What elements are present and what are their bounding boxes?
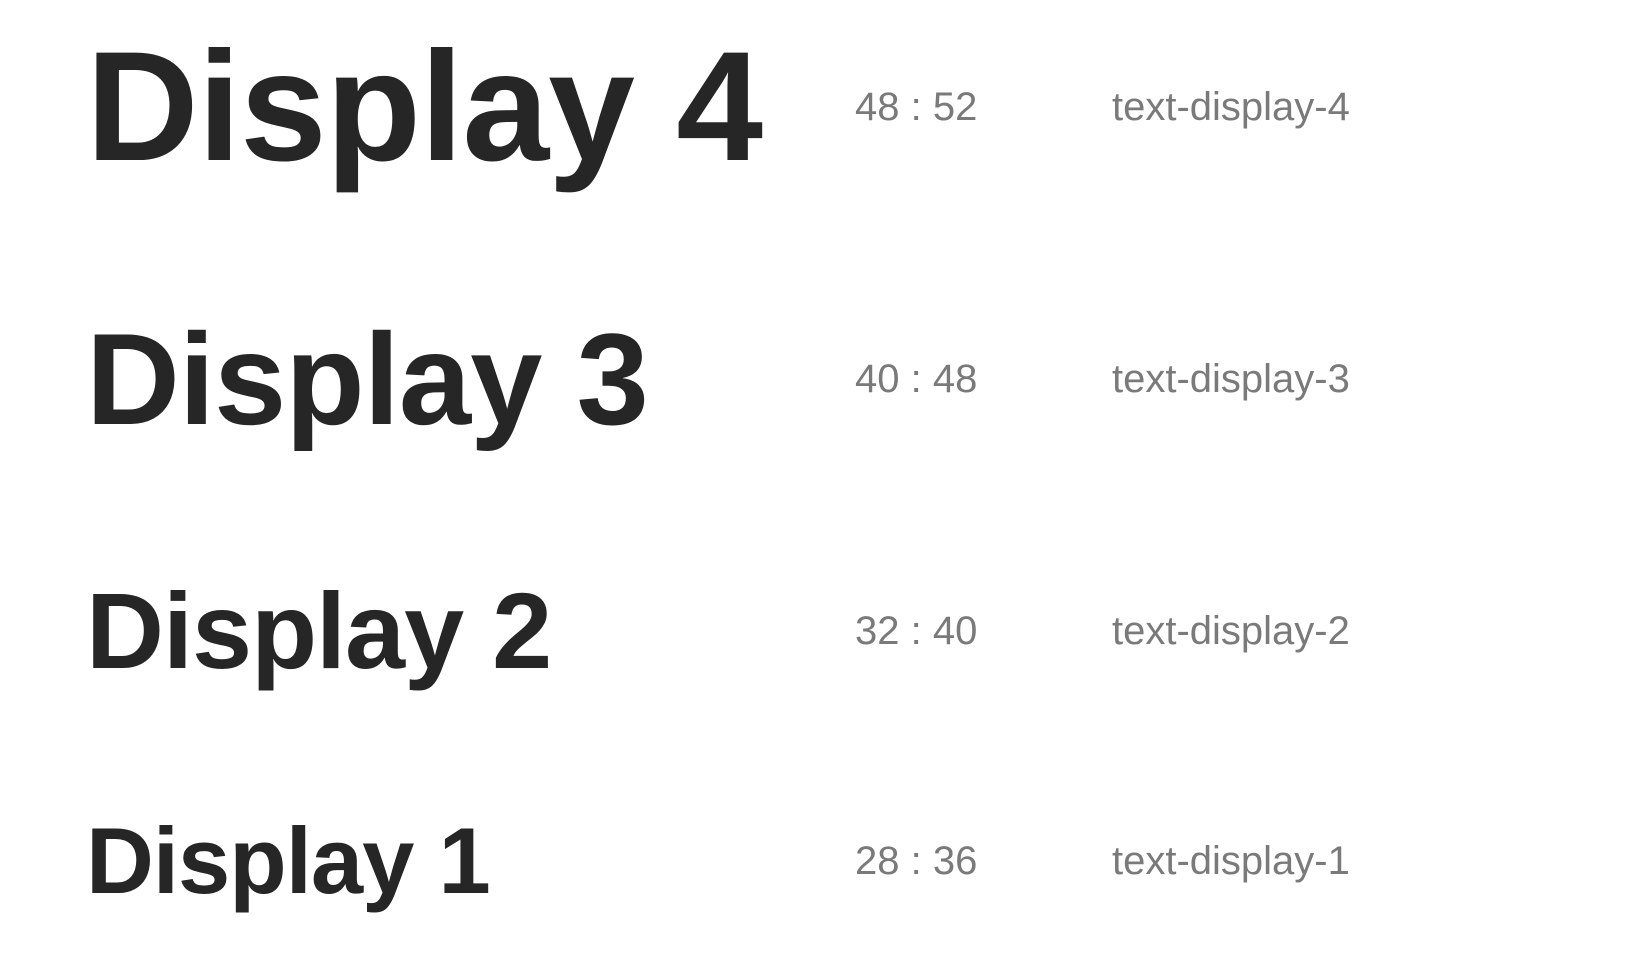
type-sample-display-3: Display 3 bbox=[86, 306, 649, 452]
type-sample-display-2: Display 2 bbox=[86, 570, 552, 691]
type-scale-row-display-4: Display 4 48 : 52 text-display-4 bbox=[0, 29, 1636, 185]
type-sample-display-1: Display 1 bbox=[86, 808, 491, 913]
type-sample-display-4: Display 4 bbox=[86, 20, 763, 194]
font-size-line-height-display-1: 28 : 36 bbox=[855, 839, 978, 883]
token-name-display-3: text-display-3 bbox=[1112, 357, 1350, 401]
type-scale-row-display-3: Display 3 40 : 48 text-display-3 bbox=[0, 314, 1636, 444]
type-scale-row-display-1: Display 1 28 : 36 text-display-1 bbox=[0, 801, 1636, 921]
token-name-display-2: text-display-2 bbox=[1112, 609, 1350, 653]
token-name-display-4: text-display-4 bbox=[1112, 85, 1350, 129]
type-scale-row-display-2: Display 2 32 : 40 text-display-2 bbox=[0, 571, 1636, 691]
font-size-line-height-display-2: 32 : 40 bbox=[855, 609, 978, 653]
font-size-line-height-display-3: 40 : 48 bbox=[855, 357, 978, 401]
token-name-display-1: text-display-1 bbox=[1112, 839, 1350, 883]
font-size-line-height-display-4: 48 : 52 bbox=[855, 85, 978, 129]
